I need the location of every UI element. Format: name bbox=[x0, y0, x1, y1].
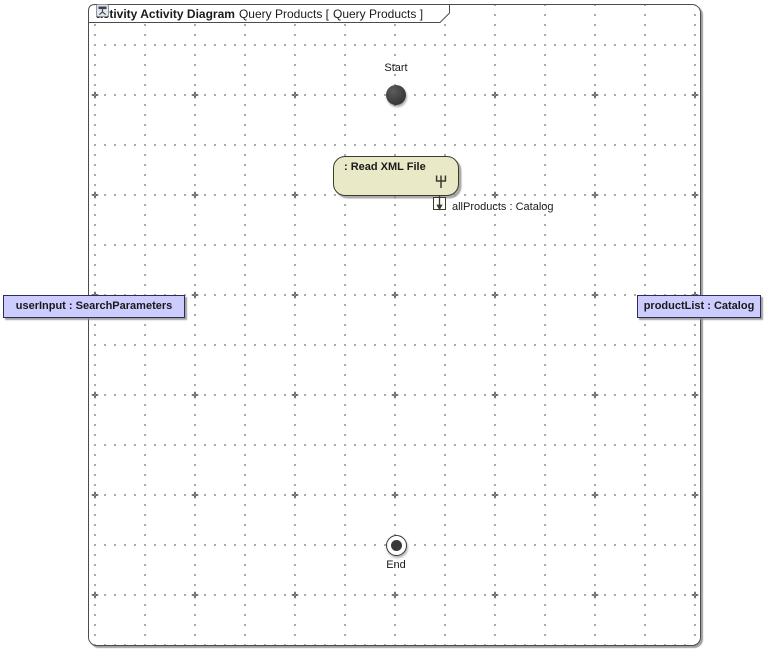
activity-parameter-productlist[interactable]: productList : Catalog bbox=[637, 295, 761, 318]
activity-parameter-userinput[interactable]: userInput : SearchParameters bbox=[3, 295, 185, 318]
activity-diagram-editor: activity Activity Diagram Query Products… bbox=[0, 0, 764, 652]
heading-diagram-name: Query Products [ bbox=[239, 7, 329, 21]
output-pin[interactable] bbox=[433, 195, 447, 213]
heading-keyword: activity Activity Diagram bbox=[96, 7, 235, 21]
final-node-dot bbox=[391, 540, 402, 551]
initial-node-label: Start bbox=[361, 62, 431, 74]
frame-heading[interactable]: activity Activity Diagram Query Products… bbox=[88, 4, 450, 23]
final-node[interactable] bbox=[386, 535, 407, 556]
final-node-label: End bbox=[361, 559, 431, 571]
frame-heading-text: activity Activity Diagram Query Products… bbox=[96, 4, 423, 23]
rake-icon bbox=[435, 175, 447, 189]
activity-diagram-icon bbox=[96, 4, 109, 17]
action-label: : Read XML File bbox=[334, 161, 458, 173]
action-read-xml-file[interactable]: : Read XML File bbox=[333, 156, 459, 196]
heading-context-name: Query Products ] bbox=[333, 7, 423, 21]
initial-node[interactable] bbox=[386, 85, 406, 105]
output-pin-label: allProducts : Catalog bbox=[452, 201, 554, 213]
